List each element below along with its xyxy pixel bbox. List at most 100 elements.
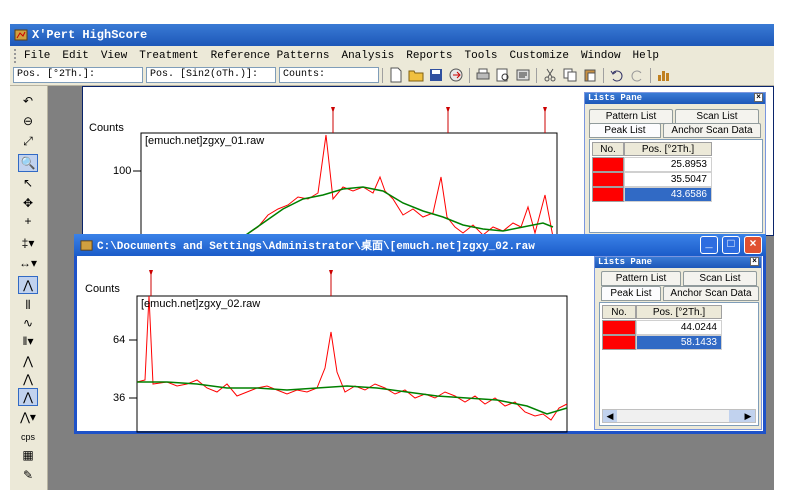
bar-chart-icon[interactable] <box>656 67 672 83</box>
pointer-icon[interactable]: ↖ <box>18 174 38 192</box>
move-icon[interactable]: ✥ <box>18 194 38 212</box>
peak-mark-icon[interactable]: ⋀ <box>18 388 38 406</box>
counts-field: Counts: <box>279 67 379 83</box>
col-header-no[interactable]: No. <box>602 305 636 319</box>
app-title: X'Pert HighScore <box>32 28 148 42</box>
tab-anchor-scan-data[interactable]: Anchor Scan Data <box>663 286 759 301</box>
profile-icon[interactable]: ∿ <box>18 314 38 332</box>
menu-file[interactable]: File <box>24 50 50 62</box>
import-icon[interactable] <box>448 67 464 83</box>
print-icon[interactable] <box>475 67 491 83</box>
menu-tools[interactable]: Tools <box>465 50 498 62</box>
report-icon[interactable] <box>515 67 531 83</box>
print-preview-icon[interactable] <box>495 67 511 83</box>
toolbar-separator <box>382 67 383 83</box>
maximize-button[interactable]: □ <box>722 236 740 254</box>
redo-icon[interactable] <box>629 67 645 83</box>
peak-marker-head <box>543 107 547 113</box>
peak-color-cell[interactable] <box>592 172 624 187</box>
zoom-fit-icon[interactable]: ⤢ <box>18 132 38 150</box>
col-header-no[interactable]: No. <box>592 142 624 156</box>
x-axis-dropdown-icon[interactable]: ↔▾ <box>18 254 38 272</box>
menu-analysis[interactable]: Analysis <box>341 50 394 62</box>
peak-search-icon[interactable]: ⋀ <box>18 276 38 294</box>
crosshair-icon[interactable]: + <box>18 212 38 230</box>
peak-color-cell[interactable] <box>602 320 636 335</box>
left-toolbar: ↶ ⊖ ⤢ 🔍 ↖ ✥ + ‡▾ ↔▾ ⋀ ⫴ ∿ ‖▾ ⋀ ⋀ ⋀ ⋀▾ cp… <box>10 86 48 490</box>
menu-edit[interactable]: Edit <box>62 50 88 62</box>
tab-peak-list[interactable]: Peak List <box>589 123 661 138</box>
menu-window[interactable]: Window <box>581 50 621 62</box>
grid-icon[interactable]: ▦ <box>18 446 38 464</box>
menu-reference-patterns[interactable]: Reference Patterns <box>211 50 330 62</box>
tab-pattern-list[interactable]: Pattern List <box>589 109 673 124</box>
scroll-right-icon[interactable]: ▶ <box>741 410 755 422</box>
line-style-icon[interactable]: ⋀ <box>18 352 38 370</box>
y-tick-label: 100 <box>113 165 132 177</box>
tab-pattern-list[interactable]: Pattern List <box>601 271 681 286</box>
copy-icon[interactable] <box>562 67 578 83</box>
tab-scan-list[interactable]: Scan List <box>675 109 759 124</box>
cps-toggle[interactable]: cps <box>18 428 38 446</box>
peak-color-cell[interactable] <box>592 157 624 172</box>
scroll-left-icon[interactable]: ◀ <box>603 410 617 422</box>
undo-icon[interactable] <box>609 67 625 83</box>
pencil-icon[interactable]: ✎ <box>18 466 38 484</box>
open-folder-icon[interactable] <box>408 67 424 83</box>
bar-style-dropdown-icon[interactable]: ‖▾ <box>18 332 38 350</box>
menu-view[interactable]: View <box>101 50 127 62</box>
save-icon[interactable] <box>428 67 444 83</box>
fill-style-dropdown-icon[interactable]: ⋀▾ <box>18 408 38 426</box>
peak-pos-cell[interactable]: 58.1433 <box>636 335 722 350</box>
new-file-icon[interactable] <box>388 67 404 83</box>
app-icon <box>14 29 28 41</box>
peak-color-cell[interactable] <box>592 187 624 202</box>
y-tick-label: 64 <box>113 334 126 346</box>
menu-reports[interactable]: Reports <box>406 50 452 62</box>
peak-pos-cell[interactable]: 35.5047 <box>624 172 712 187</box>
paste-icon[interactable] <box>582 67 598 83</box>
peak-marker-head <box>331 107 335 113</box>
col-header-pos[interactable]: Pos. [°2Th.] <box>636 305 722 319</box>
zoom-undo-icon[interactable]: ↶ <box>18 92 38 110</box>
reference-bars-icon[interactable]: ⫴ <box>18 296 38 314</box>
document-title-bar[interactable]: C:\Documents and Settings\Administrator\… <box>74 234 766 256</box>
plot-frame <box>136 295 568 433</box>
peak-color-cell[interactable] <box>602 335 636 350</box>
scan-file-label: [emuch.net]zgxy_02.raw <box>141 298 261 310</box>
minimize-button[interactable]: _ <box>700 236 718 254</box>
col-header-pos[interactable]: Pos. [°2Th.] <box>624 142 712 156</box>
peak-marker-head <box>149 270 153 276</box>
toolbar-separator <box>603 67 604 83</box>
peak-pos-cell[interactable]: 43.6586 <box>624 187 712 202</box>
close-icon[interactable]: × <box>750 257 759 266</box>
tab-anchor-scan-data[interactable]: Anchor Scan Data <box>663 123 761 138</box>
close-icon[interactable]: × <box>754 93 763 102</box>
peak-pos-cell[interactable]: 25.8953 <box>624 157 712 172</box>
close-button[interactable]: × <box>744 236 762 254</box>
toolbar-separator <box>650 67 651 83</box>
lists-pane-header: Lists Pane × <box>585 93 765 104</box>
zoom-out-icon[interactable]: ⊖ <box>18 112 38 130</box>
main-toolbar: Pos. [°2Th.]: Pos. [Sin2(oTh.)]: Counts: <box>10 65 774 86</box>
zoom-icon[interactable]: 🔍 <box>18 154 38 172</box>
cut-icon[interactable] <box>542 67 558 83</box>
horizontal-scrollbar[interactable]: ◀ ▶ <box>602 409 756 423</box>
y-axis-dropdown-icon[interactable]: ‡▾ <box>18 234 38 252</box>
tab-scan-list[interactable]: Scan List <box>683 271 757 286</box>
lists-pane-header: Lists Pane × <box>595 257 761 268</box>
menu-help[interactable]: Help <box>633 50 659 62</box>
peak-marker-head <box>329 270 333 276</box>
lists-pane-title: Lists Pane <box>598 257 653 267</box>
measured-scan-line <box>242 134 554 237</box>
menu-grip <box>14 48 18 63</box>
tab-peak-list[interactable]: Peak List <box>601 286 661 301</box>
fitted-profile-line <box>242 186 554 237</box>
menu-treatment[interactable]: Treatment <box>139 50 198 62</box>
scatter-style-icon[interactable]: ⋀ <box>18 370 38 388</box>
peak-pos-cell[interactable]: 44.0244 <box>636 320 722 335</box>
menu-bar: File Edit View Treatment Reference Patte… <box>10 46 774 65</box>
y-tick-label: 36 <box>113 392 126 404</box>
peak-list-grid: No. Pos. [°2Th.] 25.8953 35.5047 43.6586 <box>589 139 763 233</box>
menu-customize[interactable]: Customize <box>510 50 569 62</box>
